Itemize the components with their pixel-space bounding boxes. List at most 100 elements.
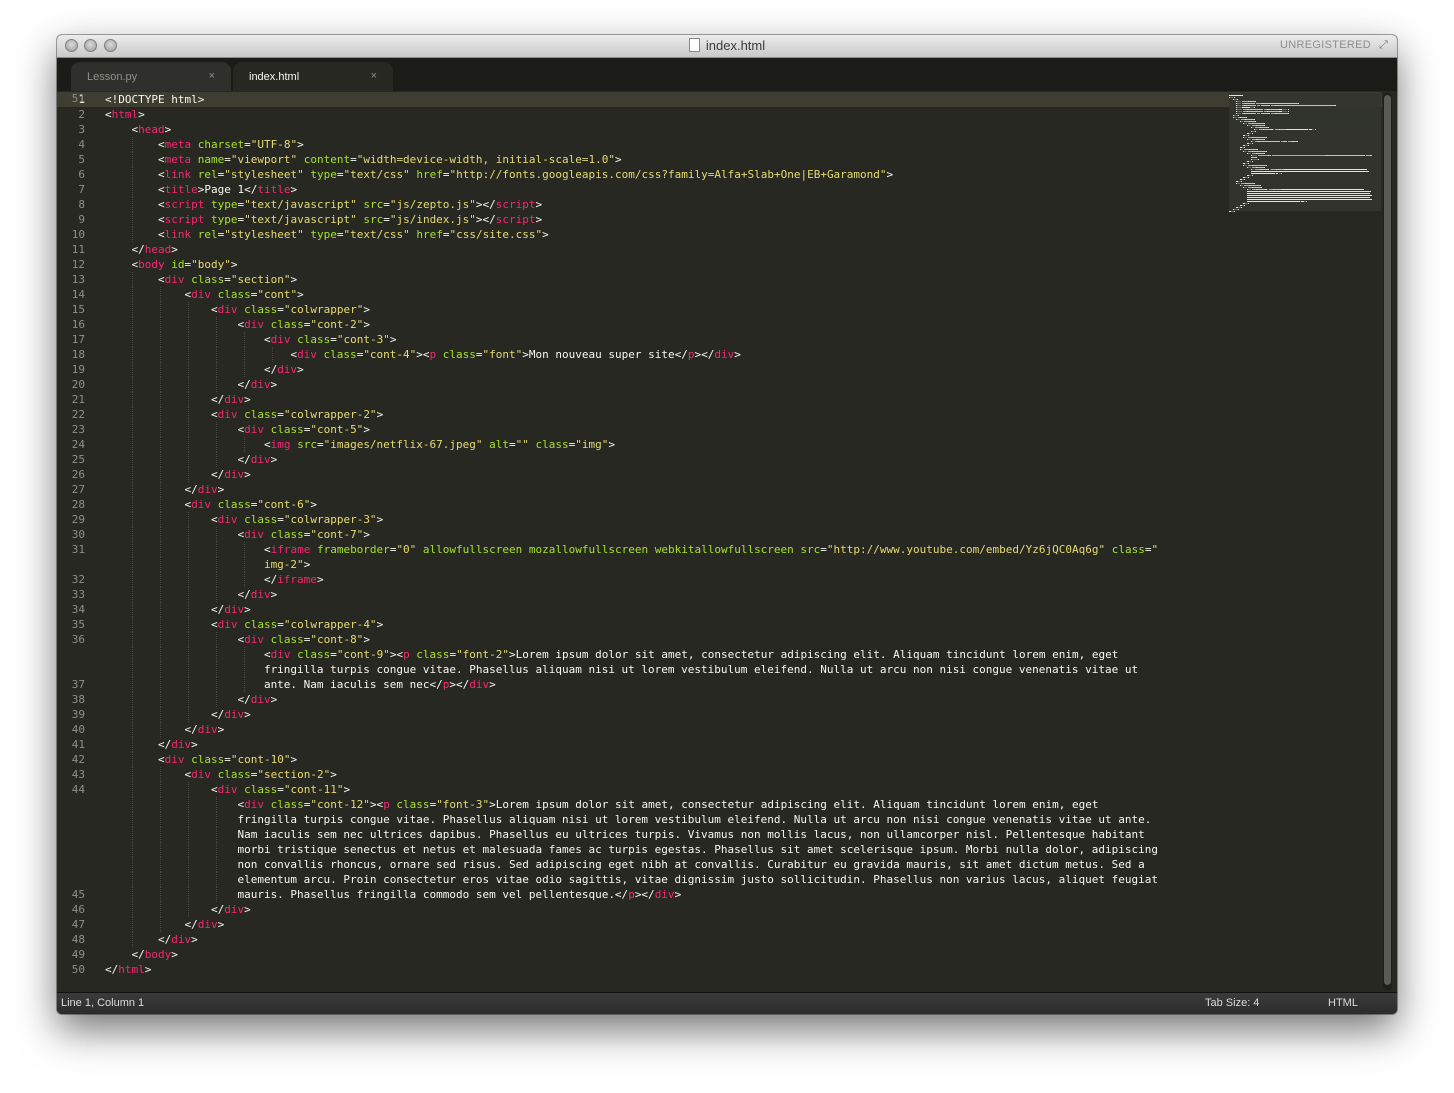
- code-line[interactable]: non convallis rhoncus, ornare sed risus.…: [105, 857, 1145, 872]
- code-line[interactable]: <div class="cont-12"><p class="font-3">L…: [105, 797, 1098, 812]
- close-icon[interactable]: ×: [209, 70, 215, 82]
- code-line[interactable]: <script type="text/javascript" src="js/i…: [105, 212, 542, 227]
- code-token: >: [297, 363, 304, 376]
- code-line[interactable]: <div class="colwrapper-2">: [105, 407, 383, 422]
- vertical-scrollbar[interactable]: [1383, 93, 1392, 990]
- indent-guide: [132, 347, 133, 362]
- code-token: "cont-9": [336, 648, 390, 661]
- code-token: div: [270, 648, 291, 661]
- code-line[interactable]: ante. Nam iaculis sem nec</p></div>: [105, 677, 496, 692]
- code-line[interactable]: </div>: [105, 482, 224, 497]
- code-line[interactable]: <title>Page 1</title>: [105, 182, 297, 197]
- code-line[interactable]: <meta name="viewport" content="width=dev…: [105, 152, 622, 167]
- minimap-line: [1251, 141, 1255, 142]
- code-line[interactable]: <div class="colwrapper-3">: [105, 512, 383, 527]
- code-line[interactable]: <img src="images/netflix-67.jpeg" alt=""…: [105, 437, 615, 452]
- tab-size-selector[interactable]: Tab Size: 4: [1205, 997, 1259, 1009]
- code-line[interactable]: <!DOCTYPE html>: [105, 92, 204, 107]
- code-line[interactable]: <head>: [105, 122, 171, 137]
- code-line[interactable]: </iframe>: [105, 572, 324, 587]
- code-token: >: [297, 288, 304, 301]
- code-token: "font-3": [436, 798, 490, 811]
- indent-guide: [132, 497, 133, 512]
- code-line[interactable]: </div>: [105, 362, 304, 377]
- code-line[interactable]: <link rel="stylesheet" type="text/css" h…: [105, 167, 893, 182]
- code-line[interactable]: </head>: [105, 242, 177, 257]
- minimap-line: [1244, 179, 1246, 180]
- code-line[interactable]: </div>: [105, 692, 277, 707]
- tab-index-html[interactable]: index.html ×: [233, 62, 393, 91]
- code-line[interactable]: <iframe frameborder="0" allowfullscreen …: [105, 542, 1158, 557]
- code-line[interactable]: <div class="cont-5">: [105, 422, 370, 437]
- code-line[interactable]: </div>: [105, 722, 224, 737]
- indent-guide: [244, 347, 245, 362]
- code-line[interactable]: </div>: [105, 587, 277, 602]
- code-token: <: [105, 273, 165, 286]
- line-number: 47: [71, 918, 85, 931]
- code-token: "section-2": [257, 768, 331, 781]
- close-icon[interactable]: ×: [371, 70, 377, 82]
- minimap-line: [1244, 123, 1247, 124]
- indent-guide: [160, 392, 161, 407]
- indent-guide: [188, 902, 189, 917]
- code-line[interactable]: </div>: [105, 707, 251, 722]
- code-line[interactable]: morbi tristique senectus et netus et mal…: [105, 842, 1158, 857]
- code-line[interactable]: </body>: [105, 947, 177, 962]
- indent-guide: [160, 317, 161, 332]
- code-line[interactable]: </div>: [105, 452, 277, 467]
- line-number: 40: [71, 723, 85, 736]
- code-line[interactable]: <div class="section">: [105, 272, 297, 287]
- code-line[interactable]: </div>: [105, 902, 251, 917]
- code-token: "text/javascript": [244, 213, 357, 226]
- code-token: class: [237, 513, 278, 526]
- code-line[interactable]: img-2">: [105, 557, 310, 572]
- indent-guide: [188, 377, 189, 392]
- code-line[interactable]: </div>: [105, 392, 251, 407]
- code-line[interactable]: <div class="cont-6">: [105, 497, 316, 512]
- code-line[interactable]: </div>: [105, 932, 198, 947]
- tab-lesson-py[interactable]: Lesson.py ×: [71, 62, 231, 91]
- code-line[interactable]: <div class="colwrapper">: [105, 302, 370, 317]
- code-line[interactable]: fringilla turpis congue vitae. Phasellus…: [105, 812, 1151, 827]
- code-token: >: [343, 783, 351, 796]
- code-line[interactable]: </div>: [105, 737, 198, 752]
- code-token: >: [303, 558, 311, 571]
- code-line[interactable]: </div>: [105, 602, 251, 617]
- minimap-line: [1247, 201, 1301, 202]
- scrollbar-thumb[interactable]: [1384, 95, 1391, 985]
- code-line[interactable]: <html>: [105, 107, 145, 122]
- code-line[interactable]: <script type="text/javascript" src="js/z…: [105, 197, 542, 212]
- code-line[interactable]: <body id="body">: [105, 257, 237, 272]
- code-line[interactable]: <div class="cont-9"><p class="font-2">Lo…: [105, 647, 1118, 662]
- syntax-selector[interactable]: HTML: [1328, 997, 1358, 1009]
- fullscreen-icon[interactable]: ⤢: [1379, 39, 1391, 51]
- code-line[interactable]: <div class="cont-8">: [105, 632, 370, 647]
- code-line[interactable]: <div class="cont-7">: [105, 527, 370, 542]
- code-line[interactable]: <div class="cont-10">: [105, 752, 297, 767]
- code-token: class: [290, 333, 331, 346]
- code-line[interactable]: <div class="colwrapper-4">: [105, 617, 383, 632]
- code-line[interactable]: <div class="cont-11">: [105, 782, 350, 797]
- code-line[interactable]: </div>: [105, 377, 277, 392]
- code-token: non convallis rhoncus, ornare sed risus.…: [105, 858, 1145, 871]
- code-line[interactable]: <div class="cont-2">: [105, 317, 370, 332]
- indent-guide: [132, 572, 133, 587]
- code-line[interactable]: <meta charset="UTF-8">: [105, 137, 304, 152]
- indent-guide: [188, 542, 189, 557]
- minimap[interactable]: [1229, 93, 1381, 212]
- indent-guide: [188, 842, 189, 857]
- code-line[interactable]: </div>: [105, 467, 251, 482]
- code-line[interactable]: <div class="section-2">: [105, 767, 336, 782]
- code-line[interactable]: elementum arcu. Proin consectetur eros v…: [105, 872, 1158, 887]
- code-line[interactable]: Nam iaculis sem nec ultrices dapibus. Ph…: [105, 827, 1144, 842]
- code-line[interactable]: </div>: [105, 917, 224, 932]
- code-line[interactable]: fringilla turpis congue vitae. Phasellus…: [105, 662, 1138, 677]
- code-line[interactable]: <div class="cont-3">: [105, 332, 397, 347]
- code-line[interactable]: </html>: [105, 962, 151, 977]
- minimap-line: [1247, 145, 1249, 146]
- code-line[interactable]: <div class="cont">: [105, 287, 304, 302]
- code-line[interactable]: mauris. Phasellus fringilla commodo sem …: [105, 887, 681, 902]
- line-number: 49: [71, 948, 85, 961]
- code-line[interactable]: <div class="cont-4"><p class="font">Mon …: [105, 347, 740, 362]
- code-line[interactable]: <link rel="stylesheet" type="text/css" h…: [105, 227, 549, 242]
